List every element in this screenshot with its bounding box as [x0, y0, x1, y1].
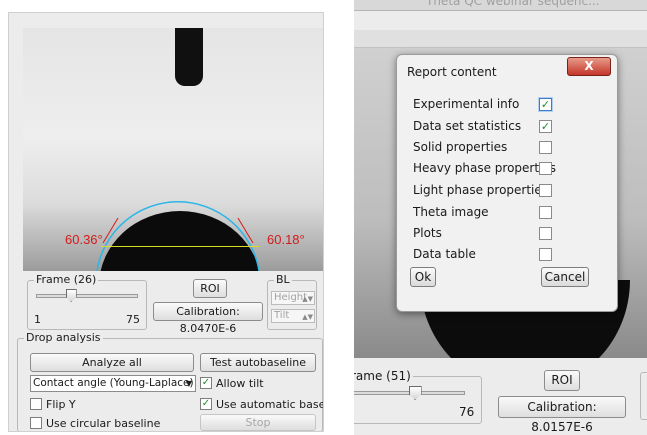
bl-height-spinner[interactable]: Height ▲▼ [271, 291, 315, 305]
window-title: Theta QC webinar sequenc... [426, 0, 600, 8]
theta-image-checkbox[interactable] [539, 206, 552, 219]
calibration-button[interactable]: Calibration: 8.0470E-6 [153, 302, 263, 335]
light-phase-properties-checkbox[interactable] [539, 184, 552, 197]
analysis-method-value: Contact angle (Young-Laplace) [33, 377, 194, 389]
flip-y-label: Flip Y [46, 398, 76, 411]
right-controls-area: rame (51) 76 ROI Calibration: 8.0157E-6 [354, 358, 647, 435]
data-table-checkbox[interactable] [539, 248, 552, 261]
use-automatic-baseline-checkbox[interactable]: ✓ [200, 398, 212, 410]
spin-arrows-icon[interactable]: ▲▼ [302, 293, 313, 305]
left-app-panel: 60.36° 60.18° Frame (26) 1 75 ROI Calibr… [8, 12, 324, 432]
allow-tilt-label: Allow tilt [216, 377, 264, 390]
use-circular-baseline-checkbox[interactable] [30, 417, 42, 429]
frame-slider-track[interactable] [36, 294, 138, 298]
report-item-label: Data table [413, 247, 476, 261]
data-set-statistics-checkbox[interactable]: ✓ [539, 120, 552, 133]
profile-fit-curve [96, 201, 260, 271]
use-circular-baseline-label: Use circular baseline [46, 417, 161, 430]
contact-angle-right: 60.18° [267, 232, 305, 247]
frame-max-label: 75 [126, 313, 140, 326]
bl-group-edge [640, 372, 647, 420]
report-item-label: Theta image [413, 205, 489, 219]
baseline-line [101, 246, 259, 247]
frame-legend: Frame (26) [34, 273, 99, 286]
analyze-all-button[interactable]: Analyze all [30, 353, 194, 372]
report-item-label: Heavy phase properties [413, 161, 557, 175]
drop-analysis-group: Drop analysis Analyze all Test autobasel… [17, 331, 324, 431]
report-item-label: Data set statistics [413, 119, 522, 133]
frame-group: rame (51) 76 [354, 369, 482, 424]
report-item-label: Experimental info [413, 97, 520, 111]
frame-group: Frame (26) 1 75 [27, 273, 147, 330]
report-item-label: Light phase properties [413, 183, 549, 197]
roi-button[interactable]: ROI [544, 370, 580, 391]
plots-checkbox[interactable] [539, 227, 552, 240]
close-button[interactable]: X [567, 57, 611, 76]
experimental-info-checkbox[interactable]: ✓ [539, 98, 552, 111]
heavy-phase-properties-checkbox[interactable] [539, 162, 552, 175]
bl-legend: BL [274, 273, 292, 286]
stop-button[interactable]: Stop [200, 414, 316, 431]
frame-max-label: 76 [459, 405, 475, 419]
dropdown-arrow-icon[interactable]: ▼ [186, 376, 192, 391]
ok-button[interactable]: Ok [410, 267, 436, 287]
report-item-label: Plots [413, 226, 442, 240]
report-items-list: Experimental info ✓ Data set statistics … [407, 91, 607, 291]
bl-tilt-spinner[interactable]: Tilt ▲▼ [271, 309, 315, 323]
use-automatic-baseline-label: Use automatic baseline [216, 398, 324, 411]
report-item-label: Solid properties [413, 140, 508, 154]
report-content-dialog: Report content X Experimental info ✓ Dat… [396, 54, 618, 312]
drop-analysis-legend: Drop analysis [24, 331, 103, 344]
spin-arrows-icon[interactable]: ▲▼ [302, 311, 313, 323]
flip-y-checkbox[interactable] [30, 398, 42, 410]
cancel-button[interactable]: Cancel [541, 267, 589, 287]
dialog-title: Report content [407, 65, 497, 79]
roi-button[interactable]: ROI [193, 279, 227, 298]
frame-slider-thumb[interactable] [65, 289, 77, 302]
toolbar-strip [354, 30, 647, 48]
camera-image-left: 60.36° 60.18° [23, 28, 323, 271]
frame-slider-thumb[interactable] [408, 386, 422, 400]
analysis-method-select[interactable]: Contact angle (Young-Laplace) ▼ [30, 375, 196, 392]
close-icon[interactable]: X [584, 59, 593, 73]
allow-tilt-checkbox[interactable]: ✓ [200, 377, 212, 389]
right-app-panel: Theta QC webinar sequenc... rame (51) 76… [354, 0, 647, 435]
calibration-button[interactable]: Calibration: 8.0157E-6 [498, 396, 626, 434]
frame-min-label: 1 [34, 313, 41, 326]
solid-properties-checkbox[interactable] [539, 141, 552, 154]
test-autobaseline-button[interactable]: Test autobaseline [200, 353, 316, 372]
bl-tilt-label: Tilt [274, 310, 290, 321]
contact-angle-left: 60.36° [65, 232, 103, 247]
frame-legend: rame (51) [354, 369, 413, 383]
bl-group: BL Height ▲▼ Tilt ▲▼ [267, 273, 317, 330]
